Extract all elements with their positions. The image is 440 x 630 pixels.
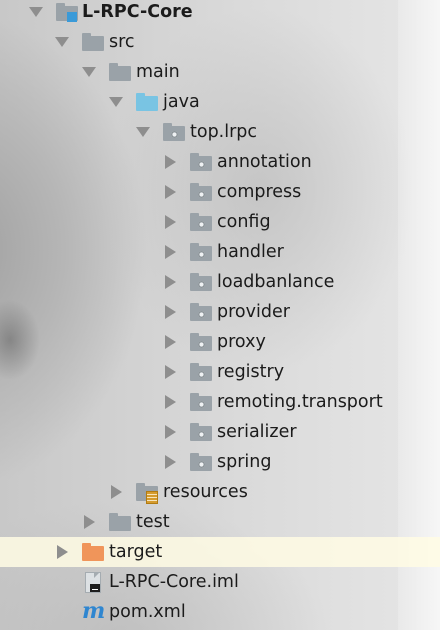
tree-node-package[interactable]: handler [0, 237, 440, 267]
tree-node-label: provider [217, 302, 290, 322]
package-icon [190, 182, 212, 202]
package-icon [190, 152, 212, 172]
tree-node-target[interactable]: target [0, 537, 440, 567]
package-icon [190, 302, 212, 322]
tree-node-src[interactable]: src [0, 27, 440, 57]
tree-node-label: pom.xml [109, 602, 186, 622]
source-root-folder-icon [136, 92, 158, 112]
tree-node-label: spring [217, 452, 272, 472]
iml-file-icon [82, 572, 104, 593]
tree-node-label: config [217, 212, 271, 232]
collapse-arrow-icon[interactable] [165, 425, 176, 439]
tree-node-label: registry [217, 362, 285, 382]
tree-node-test[interactable]: test [0, 507, 440, 537]
collapse-arrow-icon[interactable] [111, 485, 122, 499]
maven-icon: m [82, 598, 106, 624]
tree-node-package[interactable]: provider [0, 297, 440, 327]
resources-folder-icon [136, 482, 158, 504]
expand-arrow-icon[interactable] [82, 67, 96, 77]
tree-node-label: serializer [217, 422, 297, 442]
tree-node-main[interactable]: main [0, 57, 440, 87]
project-tree: L-RPC-Core src main java top.lrpc annota… [0, 0, 440, 630]
collapse-arrow-icon[interactable] [165, 245, 176, 259]
tree-node-package[interactable]: config [0, 207, 440, 237]
collapse-arrow-icon[interactable] [165, 275, 176, 289]
tree-node-label: src [109, 32, 135, 52]
tree-node-label: main [136, 62, 180, 82]
tree-node-label: top.lrpc [190, 122, 258, 142]
package-icon [190, 362, 212, 382]
tree-node-label: L-RPC-Core [82, 2, 193, 22]
collapse-arrow-icon[interactable] [165, 365, 176, 379]
module-folder-icon [56, 2, 78, 22]
expand-arrow-icon[interactable] [29, 7, 43, 17]
expand-arrow-icon[interactable] [55, 37, 69, 47]
tree-node-package[interactable]: proxy [0, 327, 440, 357]
package-icon [190, 422, 212, 442]
collapse-arrow-icon[interactable] [165, 335, 176, 349]
package-icon [190, 272, 212, 292]
expand-arrow-icon[interactable] [109, 97, 123, 107]
collapse-arrow-icon[interactable] [165, 215, 176, 229]
package-icon [190, 242, 212, 262]
tree-node-java[interactable]: java [0, 87, 440, 117]
package-icon [163, 122, 185, 142]
tree-node-pom-file[interactable]: m pom.xml [0, 597, 440, 627]
tree-node-label: proxy [217, 332, 266, 352]
collapse-arrow-icon[interactable] [165, 455, 176, 469]
folder-icon [109, 62, 131, 82]
expand-arrow-icon[interactable] [136, 127, 150, 137]
tree-node-label: L-RPC-Core.iml [109, 572, 239, 592]
tree-node-label: java [163, 92, 200, 112]
tree-node-label: remoting.transport [217, 392, 383, 412]
collapse-arrow-icon[interactable] [84, 515, 95, 529]
tree-node-iml-file[interactable]: L-RPC-Core.iml [0, 567, 440, 597]
tree-node-label: target [109, 542, 163, 562]
tree-node-root[interactable]: L-RPC-Core [0, 0, 440, 27]
tree-node-package[interactable]: spring [0, 447, 440, 477]
tree-node-package[interactable]: annotation [0, 147, 440, 177]
excluded-folder-icon [82, 542, 104, 562]
folder-icon [82, 32, 104, 52]
tree-node-label: loadbanlance [217, 272, 335, 292]
collapse-arrow-icon[interactable] [57, 545, 68, 559]
tree-node-label: handler [217, 242, 284, 262]
tree-node-package-root[interactable]: top.lrpc [0, 117, 440, 147]
tree-node-label: resources [163, 482, 248, 502]
folder-icon [109, 512, 131, 532]
tree-node-package[interactable]: compress [0, 177, 440, 207]
tree-node-package[interactable]: serializer [0, 417, 440, 447]
package-icon [190, 392, 212, 412]
collapse-arrow-icon[interactable] [165, 395, 176, 409]
collapse-arrow-icon[interactable] [165, 305, 176, 319]
tree-node-package[interactable]: registry [0, 357, 440, 387]
tree-node-label: test [136, 512, 170, 532]
tree-node-resources[interactable]: resources [0, 477, 440, 507]
package-icon [190, 332, 212, 352]
collapse-arrow-icon[interactable] [165, 185, 176, 199]
tree-node-label: compress [217, 182, 302, 202]
package-icon [190, 452, 212, 472]
tree-node-package[interactable]: remoting.transport [0, 387, 440, 417]
package-icon [190, 212, 212, 232]
tree-node-package[interactable]: loadbanlance [0, 267, 440, 297]
collapse-arrow-icon[interactable] [165, 155, 176, 169]
tree-node-label: annotation [217, 152, 312, 172]
